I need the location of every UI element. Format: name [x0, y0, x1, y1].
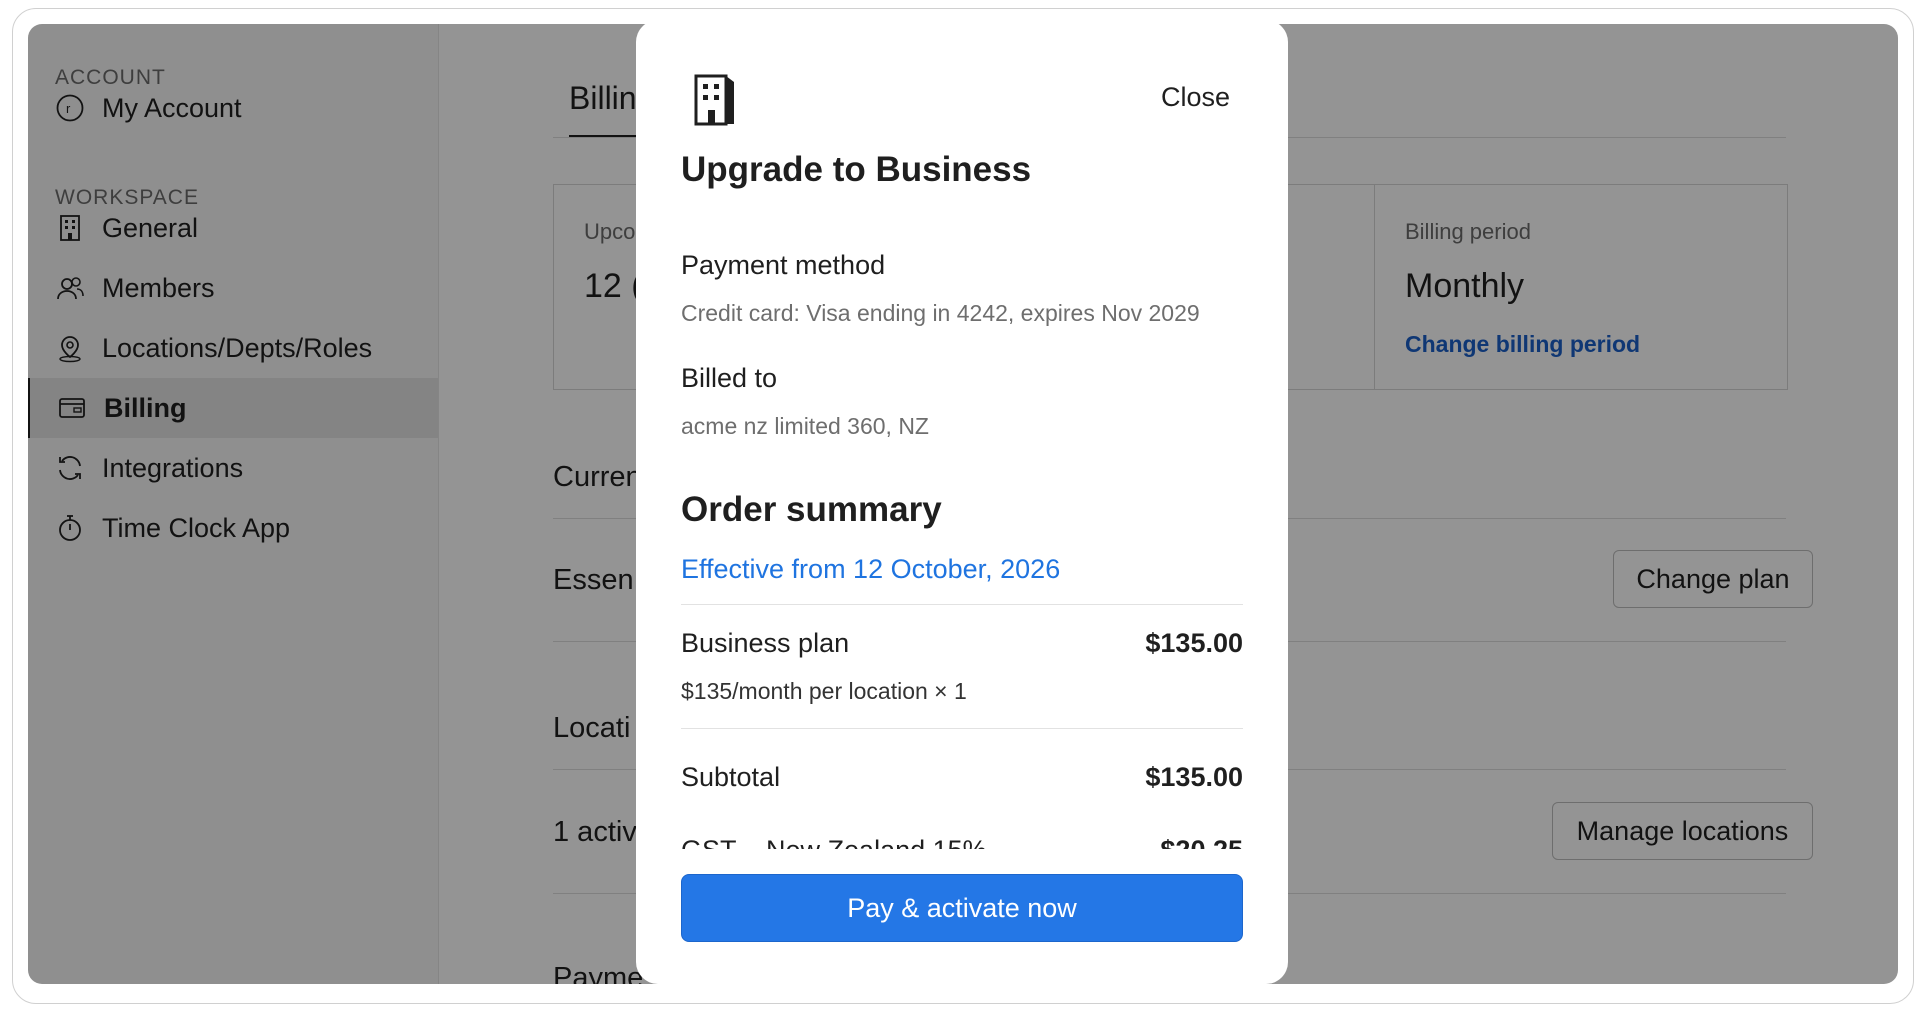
- close-button[interactable]: Close: [1161, 82, 1230, 113]
- billed-to-value: acme nz limited 360, NZ: [681, 413, 929, 439]
- upgrade-modal: Close Upgrade to Business Payment method…: [636, 20, 1288, 984]
- gst-label: GST – New Zealand 15%: [681, 835, 987, 849]
- effective-date: Effective from 12 October, 2026: [681, 554, 1061, 584]
- building-icon: [694, 74, 734, 126]
- divider: [681, 604, 1243, 605]
- divider: [681, 728, 1243, 729]
- line-item-amount: $135.00: [1145, 628, 1243, 658]
- payment-method-label: Payment method: [681, 250, 886, 280]
- scroll-clipped-row: GST – New Zealand 15% $20.25: [636, 820, 1288, 849]
- payment-method-value: Credit card: Visa ending in 4242, expire…: [681, 300, 1200, 326]
- billed-to-label: Billed to: [681, 363, 778, 393]
- order-summary-heading: Order summary: [681, 490, 942, 529]
- subtotal-label: Subtotal: [681, 762, 781, 792]
- line-item-detail: $135/month per location × 1: [681, 678, 967, 704]
- subtotal-amount: $135.00: [1145, 762, 1243, 792]
- line-item-label: Business plan: [681, 628, 850, 658]
- modal-title: Upgrade to Business: [681, 150, 1032, 189]
- pay-activate-button[interactable]: Pay & activate now: [681, 874, 1243, 942]
- gst-amount: $20.25: [1160, 835, 1243, 849]
